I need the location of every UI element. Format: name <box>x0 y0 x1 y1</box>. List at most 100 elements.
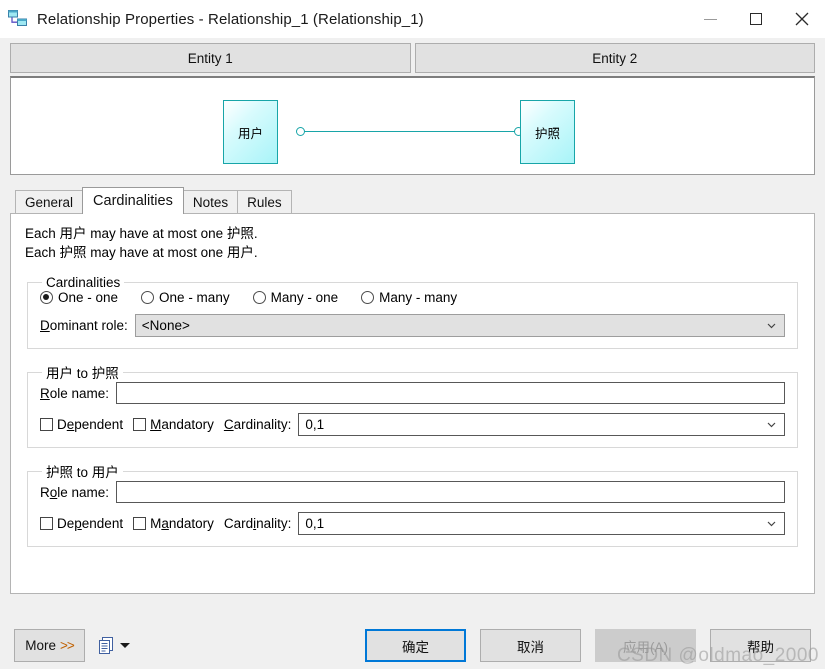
role-options-row-1: Dependent Mandatory Cardinality: 0,1 <box>40 413 785 436</box>
role-name-row-1: Role name: <box>40 382 785 404</box>
cancel-button[interactable]: 取消 <box>480 629 581 662</box>
dialog-button-bar: More >> 确定 取消 应用(A) 帮助 <box>0 622 825 669</box>
dialog-body: Entity 1 Entity 2 用户 护照 General Cardinal… <box>0 38 825 669</box>
close-icon <box>795 12 809 26</box>
report-icon <box>99 637 113 654</box>
role-name-row-2: Role name: <box>40 481 785 503</box>
chevron-down-icon <box>767 422 776 428</box>
maximize-button[interactable] <box>733 0 779 38</box>
report-button[interactable] <box>97 629 132 662</box>
mandatory-label-2: Mandatory <box>150 516 214 531</box>
entity-1-header[interactable]: Entity 1 <box>10 43 411 73</box>
mandatory-checkbox-2[interactable]: Mandatory <box>133 516 214 531</box>
cardinality-options-row: One - one One - many Many - one Many - m… <box>40 290 785 305</box>
entity-2-label: Entity 2 <box>592 50 638 66</box>
ok-button[interactable]: 确定 <box>365 629 466 662</box>
minimize-button[interactable] <box>687 0 733 38</box>
cardinality-combo-1[interactable]: 0,1 <box>298 413 785 436</box>
radio-many-many-label: Many - many <box>379 290 458 305</box>
radio-one-one[interactable]: One - one <box>40 290 118 305</box>
tab-notes-label: Notes <box>192 194 229 210</box>
tab-notes[interactable]: Notes <box>182 190 239 213</box>
tab-rules[interactable]: Rules <box>237 190 292 213</box>
close-button[interactable] <box>779 0 825 38</box>
role-name-label-2: Role name: <box>40 484 110 500</box>
role-options-row-2: Dependent Mandatory Cardinality: 0,1 <box>40 512 785 535</box>
radio-many-one-indicator <box>252 291 266 304</box>
radio-many-one-label: Many - one <box>270 290 339 305</box>
mandatory-checkbox-2-indicator <box>133 517 147 530</box>
cardinality-value-1: 0,1 <box>305 417 325 432</box>
maximize-icon <box>750 13 762 25</box>
tab-cardinalities[interactable]: Cardinalities <box>82 187 184 214</box>
more-button-label: More <box>25 638 56 653</box>
description-line-2: Each 护照 may have at most one 用户. <box>25 245 258 260</box>
cardinality-label-2: Cardinality: <box>223 516 292 531</box>
apply-button-label: 应用(A) <box>623 639 668 655</box>
entity-headers: Entity 1 Entity 2 <box>10 38 815 73</box>
dominant-role-label: Dominant role: <box>40 318 128 333</box>
diagram-entity-right[interactable]: 护照 <box>520 100 575 164</box>
radio-one-one-label: One - one <box>58 290 119 305</box>
cardinality-combo-2[interactable]: 0,1 <box>298 512 785 535</box>
diagram-entity-left-label: 用户 <box>237 126 263 141</box>
chevron-down-icon <box>767 521 776 527</box>
title-bar: Relationship Properties - Relationship_1… <box>0 0 825 38</box>
role-name-input-1[interactable] <box>116 382 785 404</box>
entity-1-label: Entity 1 <box>187 50 233 66</box>
tab-rules-label: Rules <box>247 194 282 210</box>
dependent-label-2: Dependent <box>57 516 124 531</box>
radio-many-many-indicator <box>361 291 375 304</box>
chevron-down-icon <box>120 643 130 648</box>
apply-button: 应用(A) <box>595 629 696 662</box>
radio-one-many-label: One - many <box>159 290 230 305</box>
connector-line <box>301 131 525 133</box>
cardinalities-tab-page: Each 用户 may have at most one 护照. Each 护照… <box>10 213 815 594</box>
tab-cardinalities-label: Cardinalities <box>93 193 173 209</box>
role-name-label-1: Role name: <box>40 385 110 401</box>
cardinality-value-2: 0,1 <box>305 516 325 531</box>
role-group-user-to-passport: 用户 to 护照 Role name: Dependent Mandatory … <box>27 362 798 448</box>
chevron-down-icon <box>767 323 776 329</box>
window-title: Relationship Properties - Relationship_1… <box>37 10 424 28</box>
help-button-label: 帮助 <box>747 639 774 655</box>
dominant-role-row: Dominant role: <None> <box>40 314 785 337</box>
cardinalities-group: Cardinalities One - one One - many Many … <box>27 275 798 349</box>
dependent-checkbox-1-indicator <box>40 418 53 431</box>
tab-general[interactable]: General <box>15 190 84 213</box>
radio-one-one-indicator <box>40 291 53 304</box>
relationship-icon <box>7 9 29 29</box>
connector-endpoint-left <box>296 127 305 136</box>
radio-one-many-indicator <box>141 291 155 304</box>
dependent-checkbox-2-indicator <box>40 517 53 530</box>
mandatory-checkbox-1-indicator <box>133 418 147 431</box>
radio-many-many[interactable]: Many - many <box>361 290 457 305</box>
tab-strip: General Cardinalities Notes Rules <box>10 187 815 214</box>
mandatory-label-1: Mandatory <box>150 417 214 432</box>
description-line-1: Each 用户 may have at most one 护照. <box>25 226 258 241</box>
help-button[interactable]: 帮助 <box>710 629 811 662</box>
minimize-icon <box>703 18 717 20</box>
relationship-diagram[interactable]: 用户 护照 <box>10 76 815 175</box>
dependent-label-1: Dependent <box>57 417 124 432</box>
cancel-button-label: 取消 <box>517 639 544 655</box>
more-chevrons: >> <box>59 638 75 653</box>
diagram-entity-right-label: 护照 <box>534 126 560 141</box>
cardinality-label-1: Cardinality: <box>223 417 292 432</box>
dominant-role-combo[interactable]: <None> <box>134 314 785 337</box>
ok-button-label: 确定 <box>402 639 429 655</box>
window-controls <box>687 0 825 38</box>
role-name-input-2[interactable] <box>116 481 785 503</box>
diagram-entity-left[interactable]: 用户 <box>223 100 278 164</box>
entity-2-header[interactable]: Entity 2 <box>414 43 815 73</box>
radio-many-one[interactable]: Many - one <box>252 290 339 305</box>
more-button[interactable]: More >> <box>14 629 85 662</box>
mandatory-checkbox-1[interactable]: Mandatory <box>133 417 214 432</box>
tab-general-label: General <box>25 194 74 210</box>
radio-one-many[interactable]: One - many <box>141 290 230 305</box>
dominant-role-value: <None> <box>141 318 190 333</box>
dependent-checkbox-2[interactable]: Dependent <box>40 516 123 531</box>
role-group-2-legend: 护照 to 用户 <box>46 465 119 480</box>
role-group-1-legend: 用户 to 护照 <box>46 366 119 381</box>
dependent-checkbox-1[interactable]: Dependent <box>40 417 123 432</box>
